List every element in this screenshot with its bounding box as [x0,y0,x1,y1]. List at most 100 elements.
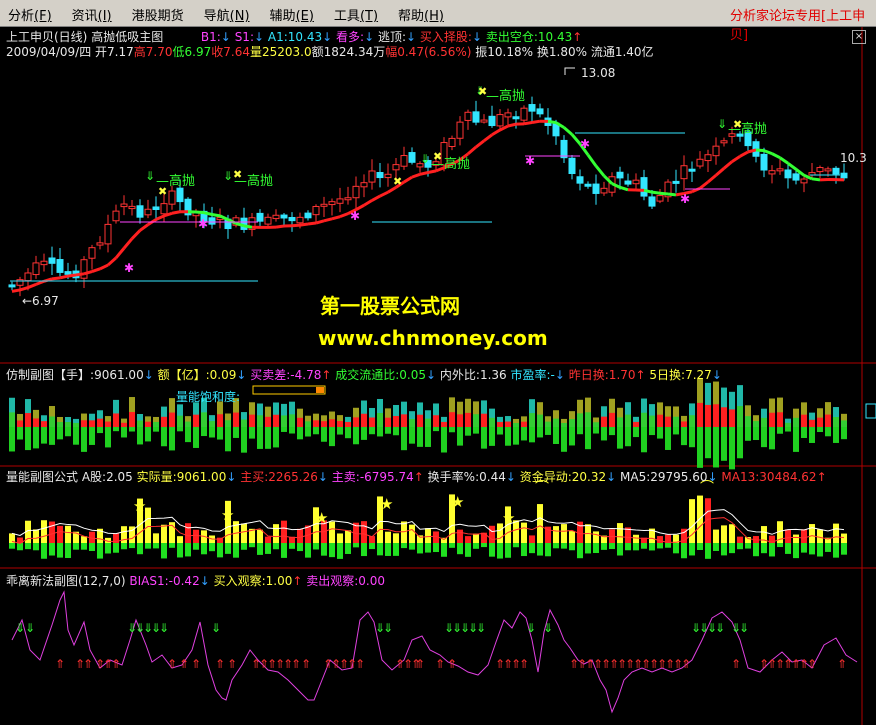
vol-bottom-bar [657,427,663,439]
menu-5[interactable]: 工具(T) [334,5,378,24]
energy-top-bar [817,529,823,543]
vol-bottom-bar [153,427,159,432]
energy-bottom-bar [41,543,47,559]
buy-down-arrow-icon: ⇓ [543,621,553,635]
energy-bottom-bar [657,543,663,549]
energy-top-bar [177,536,183,543]
energy-bottom-bar [89,543,95,551]
sell-arrow-icon: ⇓ [223,169,233,183]
vol-mid-bar [169,412,175,427]
vol-mid-bar [25,413,31,427]
energy-bottom-bar [265,543,271,554]
vol-mid-bar [825,414,831,427]
vol-bottom-bar [841,427,847,440]
vol-mid-bar [561,422,567,427]
energy-bottom-bar [161,543,167,559]
candle-body [800,178,808,184]
energy-top-bar [161,524,167,543]
vol-bottom-bar [745,427,751,441]
sell-up-arrow-icon: ⇑ [215,657,225,671]
vol-bottom-bar [305,427,311,437]
candle-body [408,152,416,163]
ma-line [483,133,493,143]
vol-bottom-bar [377,427,383,437]
vol-mid-bar [313,420,319,427]
sell-up-arrow-icon: ⇑ [83,657,93,671]
candle-body [632,179,640,185]
buy-down-arrow-icon: ⇓ [739,621,749,635]
energy-bottom-bar [617,543,623,556]
vol-bottom-bar [625,427,631,447]
ma-line [51,276,61,281]
vol-mid-bar [521,421,527,427]
saturation-fill [316,387,324,393]
vol-mid-bar [609,412,615,427]
sell-up-arrow-icon: ⇑ [519,657,529,671]
vol-mid-bar [161,416,167,427]
vol-mid-bar [577,413,583,427]
energy-bottom-bar [481,543,487,548]
ma-line [107,256,117,267]
star-marker: ✱ [350,209,360,223]
energy-panel-header: 量能副图公式 A股:2.05 实际量:9061.00↓ 主买:2265.26↓ … [6,470,827,484]
candle-body [616,171,624,179]
vol-mid-bar [729,409,735,427]
ma-line [291,223,301,228]
vol-mid-bar [401,414,407,427]
vol-bottom-bar [761,427,767,448]
energy-bottom-bar [425,543,431,553]
energy-top-bar [521,522,527,543]
vol-bottom-bar [17,427,23,440]
vol-mid-bar [793,417,799,427]
x-marker: ✖ [393,175,402,188]
close-icon[interactable]: × [852,30,866,44]
menu-4[interactable]: 辅助(E) [270,5,314,24]
ma-line [563,126,573,136]
vol-bottom-bar [713,427,719,468]
energy-bottom-bar [153,543,159,549]
menu-0[interactable]: 分析(F) [8,5,52,24]
volume-bars [9,378,847,470]
candle-body [640,177,648,197]
menu-3[interactable]: 导航(N) [204,5,250,24]
vol-mid-bar [513,422,519,427]
candle-body [88,247,96,259]
vol-bottom-bar [145,427,151,442]
scroll-marker [865,403,876,419]
vol-mid-bar [153,421,159,427]
vol-mid-bar [345,421,351,427]
candle-body [584,183,592,187]
energy-bottom-bar [545,543,551,557]
ma-line [299,222,309,227]
sell-up-arrow-icon: ⇑ [447,657,457,671]
candle-body [456,121,464,139]
candle-body [688,168,696,172]
vol-bottom-bar [57,427,63,440]
energy-bottom-bar [57,543,63,558]
chart-canvas[interactable]: ⇓ —高抛 ⇓ —高抛⇓ —高抛⇓ —高抛⇓ —高抛✱✱✱✱✱✱✖✖✖✖✖✖←6.9713.… [0,0,876,725]
star-marker: ✱ [198,217,208,231]
vol-mid-bar [129,412,135,427]
energy-top-bar [257,529,263,543]
energy-bottom-bar [249,543,255,548]
menu-2[interactable]: 港股期货 [132,5,184,24]
menu-6[interactable]: 帮助(H) [398,5,444,24]
energy-bottom-bar [497,543,503,559]
vol-bottom-bar [705,427,711,459]
vol-mid-bar [257,415,263,427]
saturation-box [252,385,326,395]
gaopao-label: —高抛 [486,88,525,104]
candle-body [720,140,728,144]
energy-bottom-bar [777,543,783,548]
vol-mid-bar [553,418,559,427]
energy-bottom-bar [145,543,151,549]
vol-mid-bar [217,414,223,427]
candle-body [312,205,320,216]
vol-bottom-bar [481,427,487,449]
menu-1[interactable]: 资讯(I) [72,5,112,24]
energy-top-bar [633,534,639,543]
ma-line [331,215,341,221]
ma-line [99,263,109,271]
energy-bottom-bar [689,543,695,556]
ma-line [75,272,85,277]
